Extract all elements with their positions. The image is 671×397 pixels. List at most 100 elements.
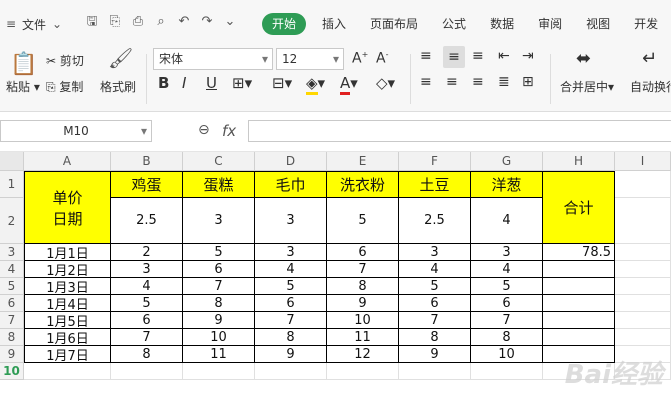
row-header[interactable]: 2 bbox=[0, 198, 24, 244]
data-cell[interactable]: 6 bbox=[255, 295, 327, 312]
data-cell[interactable]: 7 bbox=[399, 312, 471, 329]
grid-cell[interactable] bbox=[615, 329, 671, 346]
chevron-down-icon[interactable]: ⌄ bbox=[50, 17, 64, 31]
data-cell[interactable]: 6 bbox=[399, 295, 471, 312]
data-cell[interactable]: 3 bbox=[399, 244, 471, 261]
item-name-cell[interactable]: 土豆 bbox=[399, 171, 471, 198]
data-cell[interactable]: 6 bbox=[327, 244, 399, 261]
row-header[interactable]: 7 bbox=[0, 312, 24, 329]
row-header[interactable]: 6 bbox=[0, 295, 24, 312]
data-cell[interactable]: 8 bbox=[327, 278, 399, 295]
row-header[interactable]: 10 bbox=[0, 363, 24, 380]
merge-cell-icon[interactable]: ⊟▾ bbox=[272, 74, 292, 92]
grid-cell[interactable] bbox=[183, 363, 255, 380]
cut-button[interactable]: ✂ 剪切 bbox=[46, 52, 84, 69]
zoom-icon[interactable]: ⊖ bbox=[198, 122, 210, 138]
column-header[interactable]: G bbox=[471, 152, 543, 171]
grid-cell[interactable] bbox=[615, 261, 671, 278]
redo-icon[interactable]: ↷ bbox=[199, 14, 215, 30]
row-header[interactable]: 5 bbox=[0, 278, 24, 295]
grid-cell[interactable] bbox=[471, 363, 543, 380]
bold-button[interactable]: B bbox=[158, 74, 169, 92]
data-cell[interactable]: 5 bbox=[471, 278, 543, 295]
header-cell[interactable]: 单价 日期 bbox=[24, 171, 111, 244]
underline-button[interactable]: U bbox=[206, 74, 217, 92]
file-menu[interactable]: 文件 bbox=[22, 16, 46, 33]
paste-icon[interactable]: 📋 bbox=[10, 52, 37, 77]
column-header[interactable]: F bbox=[399, 152, 471, 171]
total-value-cell[interactable]: 78.5 bbox=[543, 244, 615, 261]
item-name-cell[interactable]: 鸡蛋 bbox=[111, 171, 183, 198]
grid-cell[interactable] bbox=[399, 363, 471, 380]
grid-cell[interactable] bbox=[255, 363, 327, 380]
row-header[interactable]: 4 bbox=[0, 261, 24, 278]
data-cell[interactable]: 11 bbox=[327, 329, 399, 346]
row-header[interactable]: 1 bbox=[0, 171, 24, 198]
data-cell[interactable]: 8 bbox=[399, 329, 471, 346]
data-cell[interactable]: 5 bbox=[111, 295, 183, 312]
column-header[interactable]: I bbox=[615, 152, 671, 171]
tab-1[interactable]: 插入 bbox=[310, 13, 358, 35]
column-header[interactable]: A bbox=[24, 152, 111, 171]
data-cell[interactable]: 7 bbox=[471, 312, 543, 329]
select-all-corner[interactable] bbox=[0, 152, 24, 171]
data-cell[interactable]: 8 bbox=[471, 329, 543, 346]
data-cell[interactable]: 9 bbox=[183, 312, 255, 329]
total-value-cell[interactable] bbox=[543, 312, 615, 329]
total-value-cell[interactable] bbox=[543, 278, 615, 295]
grid-cell[interactable] bbox=[615, 278, 671, 295]
total-label-cell[interactable]: 合计 bbox=[543, 171, 615, 244]
tab-6[interactable]: 视图 bbox=[574, 13, 622, 35]
data-cell[interactable]: 3 bbox=[255, 244, 327, 261]
preview-icon[interactable]: ⌕ bbox=[153, 14, 169, 30]
data-cell[interactable]: 8 bbox=[255, 329, 327, 346]
data-cell[interactable]: 10 bbox=[471, 346, 543, 363]
align-middle-icon[interactable]: ≡ bbox=[443, 46, 465, 68]
format-painter-button[interactable]: 格式刷 bbox=[100, 78, 136, 95]
brush-icon[interactable]: 🖌 bbox=[108, 46, 133, 70]
data-cell[interactable]: 8 bbox=[111, 346, 183, 363]
column-header[interactable]: E bbox=[327, 152, 399, 171]
data-cell[interactable]: 6 bbox=[183, 261, 255, 278]
auto-wrap-button[interactable]: 自动换行 bbox=[630, 78, 671, 95]
grid-cell[interactable] bbox=[615, 244, 671, 261]
tab-7[interactable]: 开发 bbox=[622, 13, 670, 35]
grid-cell[interactable] bbox=[615, 198, 671, 244]
border-button[interactable]: ⊞▾ bbox=[232, 74, 252, 92]
data-cell[interactable]: 9 bbox=[327, 295, 399, 312]
item-name-cell[interactable]: 洋葱 bbox=[471, 171, 543, 198]
data-cell[interactable]: 7 bbox=[327, 261, 399, 278]
grid-cell[interactable] bbox=[327, 363, 399, 380]
data-cell[interactable]: 6 bbox=[471, 295, 543, 312]
price-cell[interactable]: 2.5 bbox=[111, 198, 183, 244]
date-cell[interactable]: 1月4日 bbox=[24, 295, 111, 313]
item-name-cell[interactable]: 蛋糕 bbox=[183, 171, 255, 198]
data-cell[interactable]: 2 bbox=[111, 244, 183, 261]
column-header[interactable]: B bbox=[111, 152, 183, 171]
date-cell[interactable]: 1月3日 bbox=[24, 278, 111, 296]
menu-icon[interactable]: ≡ bbox=[4, 17, 18, 31]
price-cell[interactable]: 3 bbox=[255, 198, 327, 244]
data-cell[interactable]: 6 bbox=[111, 312, 183, 329]
data-cell[interactable]: 9 bbox=[399, 346, 471, 363]
data-cell[interactable]: 5 bbox=[399, 278, 471, 295]
data-cell[interactable]: 5 bbox=[255, 278, 327, 295]
data-cell[interactable]: 4 bbox=[471, 261, 543, 278]
date-cell[interactable]: 1月6日 bbox=[24, 329, 111, 347]
fill-color-button[interactable]: ◈▾ bbox=[306, 74, 325, 95]
grid-cell[interactable] bbox=[615, 171, 671, 198]
fx-icon[interactable]: fx bbox=[222, 122, 236, 140]
data-cell[interactable]: 10 bbox=[327, 312, 399, 329]
distribute-icon[interactable]: ⊞ bbox=[522, 74, 534, 90]
row-header[interactable]: 8 bbox=[0, 329, 24, 346]
italic-button[interactable]: I bbox=[182, 74, 186, 92]
font-size-select[interactable]: 12 ▾ bbox=[276, 48, 344, 70]
data-cell[interactable]: 7 bbox=[111, 329, 183, 346]
align-right-icon[interactable]: ≡ bbox=[472, 74, 484, 90]
font-grow-button[interactable]: A+ bbox=[352, 50, 368, 67]
font-shrink-button[interactable]: A- bbox=[376, 50, 388, 67]
align-top-icon[interactable]: ≡ bbox=[420, 48, 432, 64]
tab-5[interactable]: 审阅 bbox=[526, 13, 574, 35]
column-header[interactable]: D bbox=[255, 152, 327, 171]
indent-decrease-icon[interactable]: ⇤ bbox=[498, 48, 510, 64]
